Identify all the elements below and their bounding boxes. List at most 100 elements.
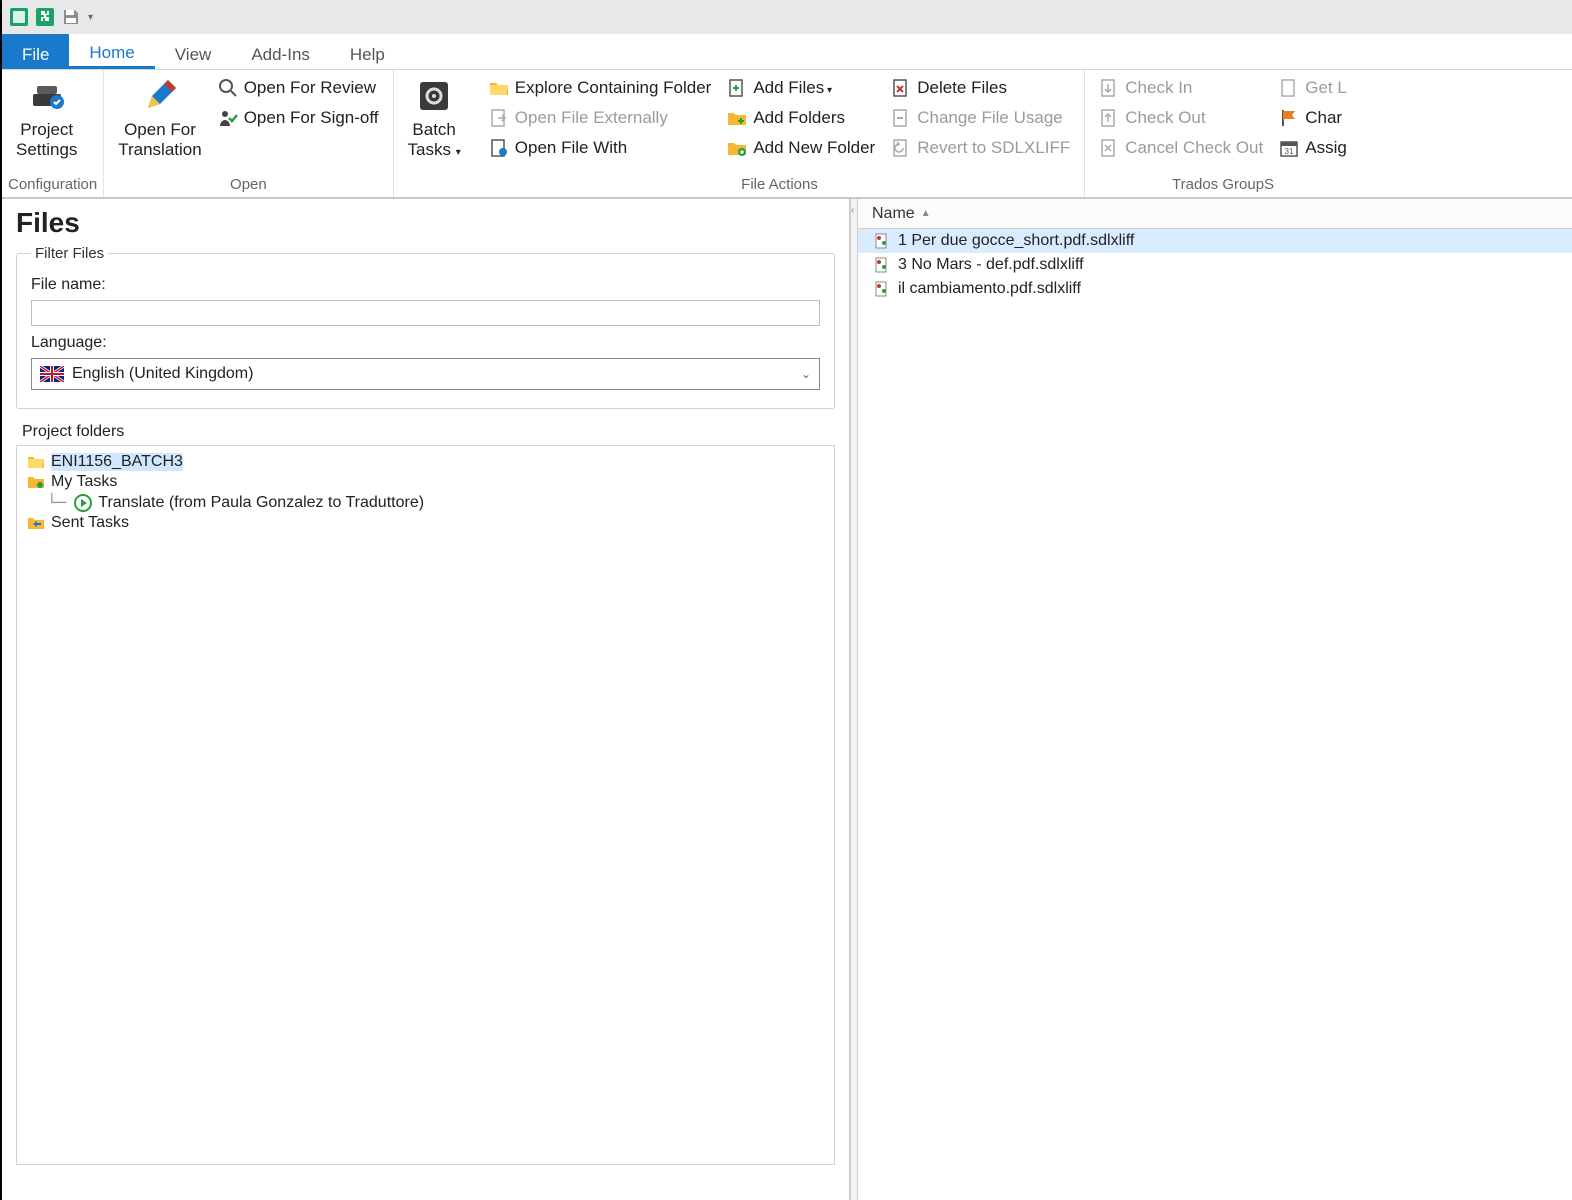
sort-asc-icon: ▲ (921, 208, 931, 219)
open-for-translation-button[interactable]: Open For Translation (110, 72, 209, 161)
assign-button[interactable]: 31 Assig (1275, 136, 1351, 160)
filter-files-group: Filter Files File name: Language: Englis… (16, 245, 835, 409)
add-folders-label: Add Folders (753, 108, 845, 128)
ribbon-group-label-groupshare: Trados GroupS (1091, 174, 1355, 197)
tab-file[interactable]: File (2, 34, 69, 69)
check-in-button[interactable]: Check In (1095, 76, 1267, 100)
play-circle-icon (74, 494, 92, 512)
file-list-header[interactable]: Name ▲ (858, 199, 1572, 229)
project-settings-label1: Project (20, 120, 73, 140)
tree-item-label: Sent Tasks (51, 514, 129, 532)
tab-addins[interactable]: Add-Ins (231, 34, 330, 69)
magnifier-icon (218, 78, 238, 98)
titlebar: ▾ (2, 0, 1572, 34)
filter-files-legend: Filter Files (31, 245, 108, 262)
cancel-checkout-icon (1099, 138, 1119, 158)
panel-collapse-handle[interactable] (850, 199, 858, 1200)
tab-help[interactable]: Help (330, 34, 405, 69)
file-list: 1 Per due gocce_short.pdf.sdlxliff 3 No … (858, 229, 1572, 301)
tree-item-label: ENI1156_BATCH3 (51, 453, 183, 471)
page-title: Files (16, 207, 835, 239)
file-name-label: File name: (31, 276, 820, 294)
delete-files-button[interactable]: Delete Files (887, 76, 1074, 100)
get-latest-button[interactable]: Get L (1275, 76, 1351, 100)
puzzle-icon[interactable] (34, 6, 56, 28)
tree-item-my-tasks[interactable]: My Tasks (25, 472, 826, 492)
ribbon-group-file-actions: Explore Containing Folder Open File Exte… (475, 70, 1086, 197)
open-file-externally-label: Open File Externally (515, 108, 668, 128)
check-out-button[interactable]: Check Out (1095, 106, 1267, 130)
chevron-down-icon: ▾ (824, 85, 832, 96)
chevron-down-icon: ⌄ (801, 367, 811, 381)
save-icon[interactable] (60, 6, 82, 28)
batch-tasks-button[interactable]: Batch Tasks ▾ (400, 72, 469, 161)
ribbon-group-open: Open For Translation Open For Review Ope… (104, 70, 393, 197)
file-delete-icon (891, 78, 911, 98)
file-external-icon (489, 108, 509, 128)
ribbon-group-batch: Batch Tasks ▾ (394, 70, 475, 197)
tree-item-label: My Tasks (51, 473, 117, 491)
add-new-folder-button[interactable]: Add New Folder (723, 136, 879, 160)
change-file-usage-button[interactable]: Change File Usage (887, 106, 1074, 130)
cancel-check-out-button[interactable]: Cancel Check Out (1095, 136, 1267, 160)
project-folders-tree: ENI1156_BATCH3 My Tasks └─ Translate (fr… (16, 445, 835, 1165)
batch-tasks-label1: Batch (412, 120, 455, 140)
main-area: Files Filter Files File name: Language: … (2, 198, 1572, 1200)
change-phase-label: Char (1305, 108, 1342, 128)
ribbon-group-label-open: Open (110, 174, 386, 197)
language-select[interactable]: English (United Kingdom) ⌄ (31, 358, 820, 390)
tree-item-sent-tasks[interactable]: Sent Tasks (25, 513, 826, 533)
right-panel: Name ▲ 1 Per due gocce_short.pdf.sdlxlif… (858, 199, 1572, 1200)
calendar-icon: 31 (1279, 138, 1299, 158)
folder-open-icon (27, 453, 45, 471)
list-item[interactable]: 1 Per due gocce_short.pdf.sdlxliff (858, 229, 1572, 253)
ribbon-group-label-configuration: Configuration (8, 174, 97, 197)
folder-add-icon (727, 108, 747, 128)
pencil-icon (140, 76, 180, 116)
file-name: 1 Per due gocce_short.pdf.sdlxliff (898, 232, 1134, 250)
tab-home[interactable]: Home (69, 34, 154, 69)
add-new-folder-label: Add New Folder (753, 138, 875, 158)
open-file-with-label: Open File With (515, 138, 627, 158)
revert-to-sdlxliff-button[interactable]: Revert to SDLXLIFF (887, 136, 1074, 160)
file-name-input[interactable] (31, 300, 820, 326)
add-files-button[interactable]: Add Files ▾ (723, 76, 879, 100)
change-phase-button[interactable]: Char (1275, 106, 1351, 130)
tree-item-translate-task[interactable]: └─ Translate (from Paula Gonzalez to Tra… (25, 492, 826, 513)
open-for-translation-label2: Translation (118, 140, 201, 160)
list-item[interactable]: il cambiamento.pdf.sdlxliff (858, 277, 1572, 301)
explore-containing-folder-button[interactable]: Explore Containing Folder (485, 76, 716, 100)
tab-view[interactable]: View (155, 34, 232, 69)
folder-new-icon (727, 138, 747, 158)
sdlxliff-file-icon (874, 257, 890, 273)
revert-to-sdlxliff-label: Revert to SDLXLIFF (917, 138, 1070, 158)
qat-dropdown-icon[interactable]: ▾ (86, 12, 93, 23)
ribbon-group-groupshare: Check In Check Out Cancel Check Out Get … (1085, 70, 1361, 197)
language-value: English (United Kingdom) (72, 365, 253, 383)
uk-flag-icon (40, 366, 64, 382)
checkout-icon (1099, 108, 1119, 128)
file-change-icon (891, 108, 911, 128)
list-item[interactable]: 3 No Mars - def.pdf.sdlxliff (858, 253, 1572, 277)
tree-item-label: Translate (from Paula Gonzalez to Tradut… (98, 494, 424, 512)
project-settings-button[interactable]: Project Settings (8, 72, 85, 161)
check-out-label: Check Out (1125, 108, 1205, 128)
tabstrip: File Home View Add-Ins Help (2, 34, 1572, 70)
open-for-signoff-button[interactable]: Open For Sign-off (214, 106, 383, 130)
signoff-icon (218, 108, 238, 128)
batch-tasks-label2: Tasks ▾ (408, 140, 461, 160)
open-for-review-button[interactable]: Open For Review (214, 76, 383, 100)
tree-branch-icon: └─ (47, 493, 66, 512)
open-for-signoff-label: Open For Sign-off (244, 108, 379, 128)
open-for-translation-label1: Open For (124, 120, 196, 140)
sent-folder-icon (27, 514, 45, 532)
project-settings-icon (27, 76, 67, 116)
add-folders-button[interactable]: Add Folders (723, 106, 879, 130)
open-file-with-button[interactable]: Open File With (485, 136, 716, 160)
tree-item-project-root[interactable]: ENI1156_BATCH3 (25, 452, 826, 472)
file-add-icon (727, 78, 747, 98)
open-file-externally-button[interactable]: Open File Externally (485, 106, 716, 130)
tasks-folder-icon (27, 473, 45, 491)
ribbon: Project Settings Configuration Open For … (2, 70, 1572, 198)
ribbon-group-configuration: Project Settings Configuration (2, 70, 104, 197)
